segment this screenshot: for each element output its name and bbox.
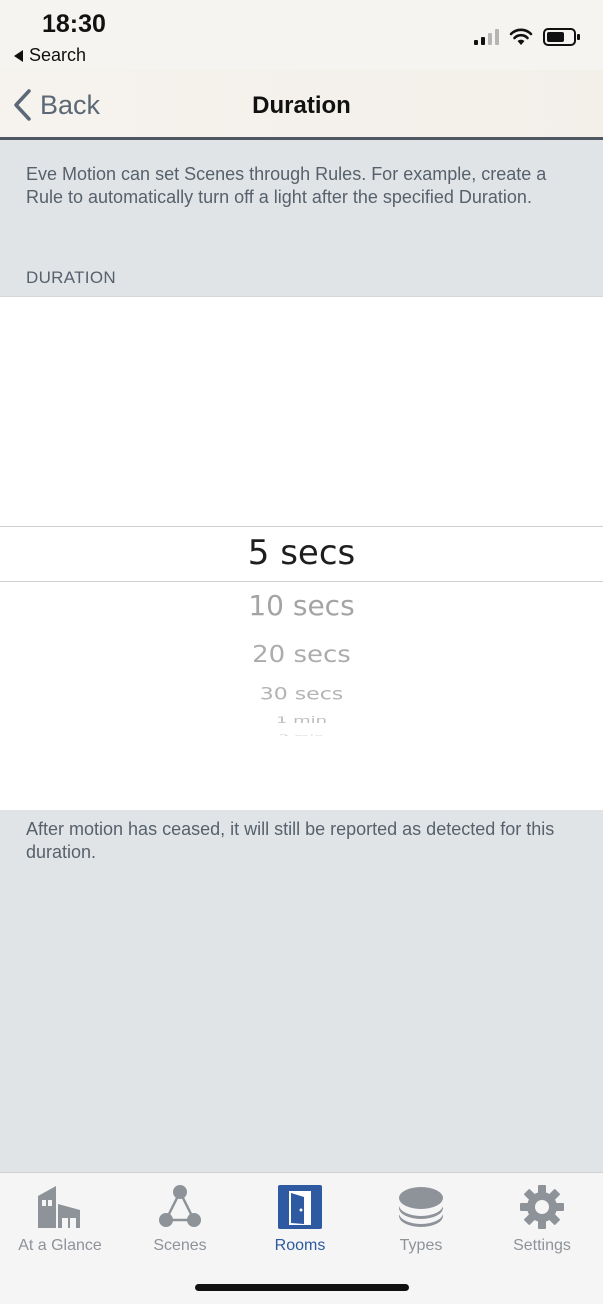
gear-icon — [516, 1181, 568, 1233]
status-time: 18:30 — [42, 10, 106, 38]
footer-note: After motion has ceased, it will still b… — [26, 819, 555, 862]
picker-option-selected[interactable]: 5 secs — [0, 533, 603, 573]
picker-option[interactable]: 30 secs — [0, 685, 603, 705]
selection-bottom-line — [0, 581, 603, 582]
duration-picker[interactable]: 5 secs 10 secs 20 secs 30 secs 1 min 2 m… — [0, 296, 603, 810]
picker-option[interactable]: 1 min — [0, 715, 603, 723]
home-indicator[interactable] — [195, 1284, 409, 1291]
house-icon — [34, 1181, 86, 1233]
tab-at-a-glance[interactable]: At a Glance — [0, 1181, 120, 1255]
selection-top-line — [0, 526, 603, 527]
back-triangle-icon — [14, 49, 23, 62]
return-app-label: Search — [29, 45, 87, 65]
cellular-signal-icon — [474, 29, 499, 45]
return-to-app-button[interactable]: Search — [14, 45, 86, 66]
picker-option[interactable]: 10 secs — [0, 589, 603, 622]
status-icons — [474, 28, 581, 46]
status-bar: 18:30 Search — [0, 0, 603, 70]
tab-scenes[interactable]: Scenes — [120, 1181, 240, 1255]
scenes-icon — [154, 1181, 206, 1233]
tab-label: Scenes — [153, 1237, 207, 1254]
layers-icon — [395, 1181, 447, 1233]
door-icon — [274, 1181, 326, 1233]
tab-settings[interactable]: Settings — [482, 1181, 602, 1255]
description-text: Eve Motion can set Scenes through Rules.… — [26, 164, 547, 207]
tab-types[interactable]: Types — [361, 1181, 481, 1255]
picker-option[interactable]: 20 secs — [0, 642, 603, 669]
picker-option[interactable]: 2 min — [0, 734, 603, 736]
battery-icon — [543, 28, 580, 46]
navigation-bar: Back Duration — [0, 70, 603, 140]
tab-label: Rooms — [274, 1237, 326, 1254]
section-header: DURATION — [26, 268, 116, 287]
wifi-icon — [509, 28, 533, 45]
tab-label: At a Glance — [18, 1237, 102, 1254]
tab-label: Types — [399, 1237, 443, 1254]
page-title: Duration — [252, 92, 351, 119]
tab-label: Settings — [513, 1237, 571, 1254]
tab-rooms[interactable]: Rooms — [240, 1181, 360, 1255]
